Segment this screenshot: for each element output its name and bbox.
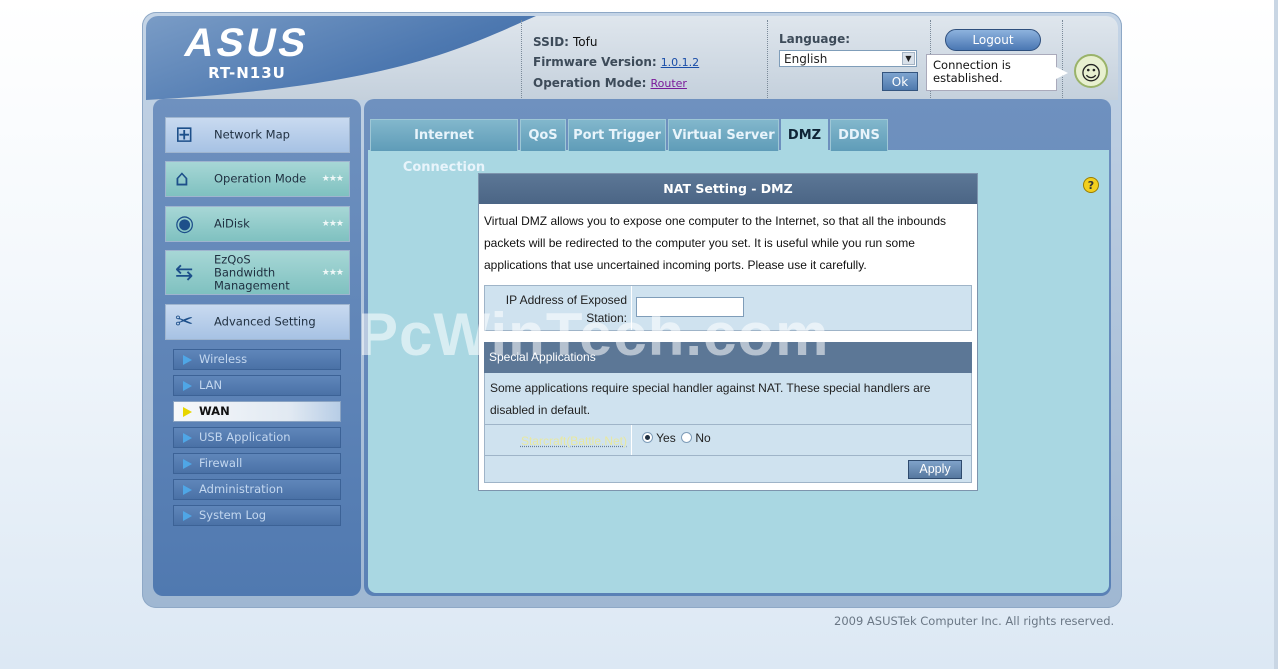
network-map-icon: ⊞ <box>175 122 194 148</box>
sidebar-item-label: Operation Mode <box>214 171 307 186</box>
sidebar-sub-lan[interactable]: LAN <box>173 375 341 396</box>
stars-icon: ★★★ <box>321 219 344 229</box>
ssid-label: SSID: <box>533 35 569 49</box>
sidebar-sub-label: Administration <box>199 482 284 496</box>
ssid-value: Tofu <box>572 35 598 49</box>
panel-description: Virtual DMZ allows you to expose one com… <box>484 214 947 272</box>
copyright-text: 2009 ASUSTek Computer Inc. All rights re… <box>834 614 1115 628</box>
arrow-right-icon <box>183 407 192 417</box>
logout-button[interactable]: Logout <box>945 29 1041 51</box>
sidebar-sub-usb-application[interactable]: USB Application <box>173 427 341 448</box>
model-name: RT-N13U <box>208 64 286 82</box>
sidebar-item-ezqos[interactable]: ⇆ EzQoS Bandwidth Management ★★★ <box>165 250 350 295</box>
tab-port-trigger[interactable]: Port Trigger <box>568 119 666 151</box>
arrow-right-icon <box>183 511 192 521</box>
sidebar-sub-wireless[interactable]: Wireless <box>173 349 341 370</box>
stars-icon: ★★★ <box>321 267 344 278</box>
sidebar-item-label: AiDisk <box>214 216 250 231</box>
tab-internet-connection[interactable]: Internet Connection <box>370 119 518 175</box>
special-applications-header: Special Applications <box>484 342 972 373</box>
arrow-right-icon <box>183 433 192 443</box>
arrow-right-icon <box>183 381 192 391</box>
asus-logo: ASUS RT-N13U <box>172 21 322 82</box>
sidebar-sub-firewall[interactable]: Firewall <box>173 453 341 474</box>
sidebar-sub-label: System Log <box>199 508 267 522</box>
sidebar-sub-label: LAN <box>199 378 223 392</box>
sidebar-item-advanced-setting[interactable]: ✂ Advanced Setting <box>165 304 350 340</box>
starcraft-row: Starcraft(Battle.Net) Yes No <box>484 425 972 456</box>
tab-dmz[interactable]: DMZ <box>781 119 828 151</box>
arrow-right-icon <box>183 355 192 365</box>
ip-address-row: IP Address of Exposed Station: <box>484 285 972 331</box>
arrow-right-icon <box>183 485 192 495</box>
ip-address-input[interactable] <box>636 297 744 317</box>
header-divider <box>1062 20 1063 98</box>
apply-row: Apply <box>484 456 972 483</box>
language-ok-button[interactable]: Ok <box>882 72 918 91</box>
sidebar-sub-label: Wireless <box>199 352 248 366</box>
sidebar-item-label: Network Map <box>214 127 290 142</box>
starcraft-no-radio[interactable] <box>681 432 693 443</box>
apply-button[interactable]: Apply <box>908 460 962 479</box>
opmode-link[interactable]: Router <box>650 77 686 90</box>
tab-virtual-server[interactable]: Virtual Server <box>668 119 779 151</box>
language-area: Language: English ▼ <box>779 32 917 67</box>
language-label: Language: <box>779 32 851 46</box>
yes-label: Yes <box>656 431 676 445</box>
opmode-label: Operation Mode: <box>533 76 647 90</box>
sidebar-sub-administration[interactable]: Administration <box>173 479 341 500</box>
tools-icon: ✂ <box>175 309 194 335</box>
language-select[interactable]: English ▼ <box>779 50 917 67</box>
sidebar-item-aidisk[interactable]: ◉ AiDisk ★★★ <box>165 206 350 242</box>
chevron-down-icon[interactable]: ▼ <box>902 52 915 65</box>
tab-qos[interactable]: QoS <box>520 119 566 151</box>
sidebar-item-label: EzQoS Bandwidth Management <box>214 252 290 292</box>
sidebar-item-network-map[interactable]: ⊞ Network Map <box>165 117 350 153</box>
starcraft-yes-radio[interactable] <box>642 432 653 443</box>
disk-icon: ◉ <box>175 211 195 237</box>
ip-address-field-cell <box>631 286 971 330</box>
arrow-right-icon <box>183 459 192 469</box>
starcraft-label: Starcraft(Battle.Net) <box>485 425 631 455</box>
ip-address-label: IP Address of Exposed Station: <box>485 286 631 330</box>
no-label: No <box>695 431 711 445</box>
special-applications-description: Some applications require special handle… <box>484 373 972 425</box>
panel-title: NAT Setting - DMZ <box>479 174 977 204</box>
sidebar-item-label: Advanced Setting <box>214 314 316 329</box>
sidebar-sub-label: WAN <box>199 404 230 418</box>
router-icon: ⌂ <box>175 166 189 192</box>
firmware-link[interactable]: 1.0.1.2 <box>661 56 699 69</box>
language-selected: English <box>784 52 828 66</box>
brand-name: ASUS <box>180 21 314 65</box>
window-scrollbar[interactable] <box>1274 0 1278 669</box>
starcraft-options: Yes No <box>631 425 971 455</box>
connection-status-bubble: Connection is established. <box>926 54 1068 91</box>
dmz-panel: NAT Setting - DMZ Virtual DMZ allows you… <box>478 173 978 491</box>
firmware-label: Firmware Version: <box>533 55 657 69</box>
header-divider <box>521 20 522 98</box>
sidebar-sub-system-log[interactable]: System Log <box>173 505 341 526</box>
sidebar-sub-label: USB Application <box>199 430 291 444</box>
tab-ddns[interactable]: DDNS <box>830 119 888 151</box>
status-avatar-icon: ☺ <box>1074 54 1108 88</box>
sidebar-sub-wan[interactable]: WAN <box>173 401 341 422</box>
bandwidth-icon: ⇆ <box>175 260 194 285</box>
router-info: SSID: Tofu Firmware Version: 1.0.1.2 Opera… <box>533 32 699 94</box>
help-icon[interactable]: ? <box>1083 177 1099 193</box>
header-divider <box>767 20 768 98</box>
sidebar-item-operation-mode[interactable]: ⌂ Operation Mode ★★★ <box>165 161 350 197</box>
stars-icon: ★★★ <box>321 174 344 184</box>
sidebar-sub-label: Firewall <box>199 456 243 470</box>
